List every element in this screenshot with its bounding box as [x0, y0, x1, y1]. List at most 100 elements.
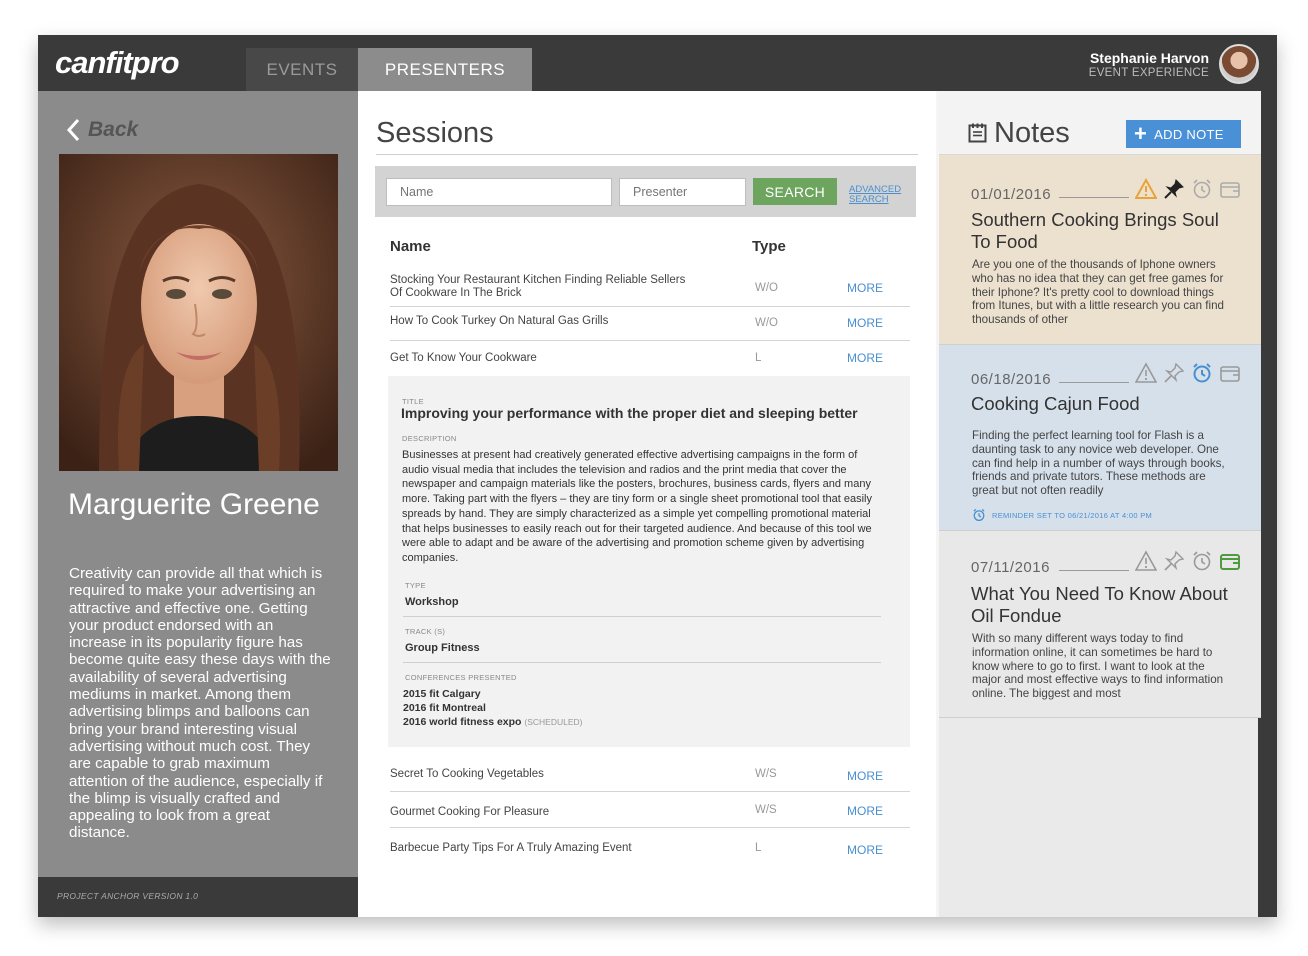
detail-title: Improving your performance with the prop… — [401, 405, 858, 421]
note-date: 06/18/2016 — [971, 371, 1052, 388]
detail-track-label: TRACK (S) — [405, 627, 446, 636]
notes-panel: Notes + ADD NOTE 01/01/2016 Southern Coo… — [936, 91, 1261, 917]
more-link[interactable]: MORE — [847, 351, 883, 365]
detail-description: Businesses at present had creatively gen… — [402, 449, 872, 564]
scheduled-badge: (SCHEDULED) — [524, 717, 583, 727]
more-link[interactable]: MORE — [847, 804, 883, 818]
warning-icon[interactable] — [1135, 178, 1157, 200]
reminder-text: REMINDER SET TO 06/21/2016 AT 4:00 PM — [992, 510, 1153, 520]
note-actions — [1135, 550, 1241, 572]
alarm-clock-icon[interactable] — [1191, 550, 1213, 572]
reminder-status: REMINDER SET TO 06/21/2016 AT 4:00 PM — [972, 508, 1152, 522]
column-header-name[interactable]: Name — [390, 238, 431, 255]
presenter-photo — [59, 154, 338, 471]
wallet-icon[interactable] — [1219, 178, 1241, 200]
back-label: Back — [88, 118, 139, 141]
warning-icon[interactable] — [1135, 550, 1157, 572]
detail-description-label: DESCRIPTION — [402, 434, 457, 443]
alarm-clock-icon — [973, 508, 985, 522]
session-name: Stocking Your Restaurant Kitchen Finding… — [390, 274, 686, 299]
pin-icon[interactable] — [1163, 550, 1185, 572]
notes-title: Notes — [994, 117, 1070, 149]
conference-item: 2016 world fitness expo (SCHEDULED) — [403, 715, 582, 729]
note-body: Are you one of the thousands of Iphone o… — [972, 258, 1224, 327]
table-row[interactable]: Get To Know Your Cookware L MORE — [390, 351, 910, 376]
wallet-icon[interactable] — [1219, 550, 1241, 572]
divider — [376, 154, 918, 155]
row-divider — [390, 827, 910, 828]
session-name: How To Cook Turkey On Natural Gas Grills — [390, 315, 609, 327]
more-link[interactable]: MORE — [847, 281, 883, 295]
row-divider — [390, 306, 910, 307]
search-button[interactable]: SEARCH — [753, 178, 837, 205]
version-label: PROJECT ANCHOR VERSION 1.0 — [57, 891, 199, 901]
add-note-button[interactable]: + ADD NOTE — [1126, 120, 1241, 148]
conference-item: 2016 fit Montreal — [403, 701, 486, 715]
note-actions — [1135, 178, 1241, 200]
more-link[interactable]: MORE — [847, 843, 883, 857]
name-search-input[interactable] — [386, 178, 612, 206]
sessions-panel: Sessions SEARCH ADVANCED SEARCH Name Typ… — [358, 91, 936, 917]
table-row[interactable]: Gourmet Cooking For Pleasure W/S MORE — [390, 804, 910, 830]
more-link[interactable]: MORE — [847, 316, 883, 330]
search-bar: SEARCH ADVANCED SEARCH — [375, 166, 916, 217]
more-link[interactable]: MORE — [847, 769, 883, 783]
note-card[interactable]: 01/01/2016 Southern Cooking Brings Soul … — [939, 155, 1261, 345]
session-name: Barbecue Party Tips For A Truly Amazing … — [390, 842, 632, 854]
table-row[interactable]: How To Cook Turkey On Natural Gas Grills… — [390, 315, 910, 347]
conference-name: 2015 fit Calgary — [403, 688, 481, 700]
divider — [1059, 570, 1129, 571]
session-type: W/S — [755, 804, 777, 816]
tab-events[interactable]: EVENTS — [246, 48, 358, 91]
note-title: What You Need To Know About Oil Fondue — [971, 583, 1228, 626]
logo: canfitpro — [55, 45, 180, 80]
note-card[interactable]: 07/11/2016 What You Need To Know About O… — [939, 531, 1261, 718]
note-card[interactable]: 06/18/2016 Cooking Cajun Food Finding th… — [939, 345, 1261, 531]
row-divider — [390, 340, 910, 341]
top-header: canfitpro EVENTS PRESENTERS Stephanie Ha… — [38, 35, 1277, 91]
note-date: 07/11/2016 — [971, 559, 1050, 576]
note-title: Cooking Cajun Food — [971, 393, 1140, 414]
session-type: L — [755, 352, 762, 364]
warning-icon[interactable] — [1135, 362, 1157, 384]
row-divider — [390, 791, 910, 792]
note-actions — [1135, 362, 1241, 384]
pin-icon[interactable] — [1163, 178, 1185, 200]
footer-bar: PROJECT ANCHOR VERSION 1.0 — [38, 877, 358, 917]
notepad-icon — [968, 123, 987, 143]
wallet-icon[interactable] — [1219, 362, 1241, 384]
pin-icon[interactable] — [1163, 362, 1185, 384]
note-body: Finding the perfect learning tool for Fl… — [972, 429, 1225, 498]
app-window: canfitpro EVENTS PRESENTERS Stephanie Ha… — [38, 35, 1277, 917]
session-type: L — [755, 842, 762, 854]
advanced-search-link[interactable]: ADVANCED SEARCH — [849, 185, 909, 205]
back-button[interactable]: Back — [66, 118, 138, 142]
chevron-left-icon — [66, 118, 80, 142]
note-date: 01/01/2016 — [971, 186, 1052, 203]
session-name: Gourmet Cooking For Pleasure — [390, 806, 550, 818]
session-type: W/O — [755, 317, 778, 329]
alarm-clock-icon[interactable] — [1191, 178, 1213, 200]
column-header-type[interactable]: Type — [752, 238, 786, 255]
user-role: EVENT EXPERIENCE — [1088, 67, 1209, 79]
table-row[interactable]: Stocking Your Restaurant Kitchen Finding… — [390, 274, 910, 310]
user-name[interactable]: Stephanie Harvon — [1090, 50, 1209, 66]
table-row[interactable]: Barbecue Party Tips For A Truly Amazing … — [390, 842, 910, 866]
presenter-search-input[interactable] — [619, 178, 746, 206]
divider — [1059, 197, 1129, 198]
table-row[interactable]: Secret To Cooking Vegetables W/S MORE — [390, 768, 910, 794]
divider — [403, 662, 881, 663]
alarm-clock-icon[interactable] — [1191, 362, 1213, 384]
sessions-title: Sessions — [376, 117, 494, 149]
detail-track: Group Fitness — [405, 642, 480, 654]
session-type: W/O — [755, 282, 778, 294]
divider — [403, 616, 881, 617]
note-title: Southern Cooking Brings Soul To Food — [971, 209, 1219, 252]
note-body: With so many different ways today to fin… — [972, 632, 1224, 701]
add-note-label: ADD NOTE — [1154, 126, 1224, 142]
tab-presenters[interactable]: PRESENTERS — [358, 48, 532, 91]
session-name: Get To Know Your Cookware — [390, 352, 537, 364]
detail-type: Workshop — [405, 596, 459, 608]
conference-name: 2016 world fitness expo — [403, 716, 522, 728]
avatar[interactable] — [1219, 44, 1259, 84]
